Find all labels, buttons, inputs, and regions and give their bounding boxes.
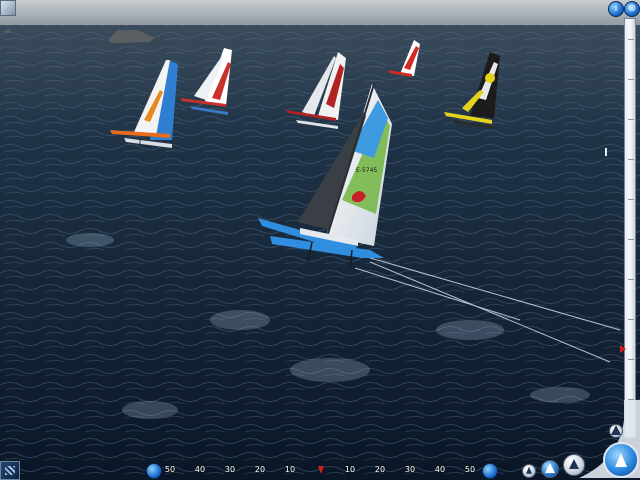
map-corner-icon[interactable] (0, 0, 16, 16)
scale-label: 50 (464, 465, 476, 474)
slider-notch (628, 79, 634, 80)
grid-view-icon[interactable] (0, 461, 20, 480)
scale-label: 20 (254, 465, 266, 474)
info-button[interactable]: i (608, 1, 624, 17)
main-compass-button[interactable] (603, 442, 639, 478)
boat-left-icon[interactable] (146, 463, 162, 479)
scale-label: 20 (374, 465, 386, 474)
heading-button[interactable] (563, 454, 585, 476)
scale-center-marker (318, 466, 324, 474)
scale-label: 30 (224, 465, 236, 474)
navigate-button[interactable] (541, 460, 559, 478)
scale-label: 50 (164, 465, 176, 474)
camera-height-slider[interactable] (620, 18, 636, 438)
slider-notch (628, 319, 634, 320)
scale-label: 40 (434, 465, 446, 474)
slider-notch (628, 359, 634, 360)
compass-small-button[interactable] (609, 424, 623, 438)
slider-notch (628, 199, 634, 200)
slider-notch (628, 239, 634, 240)
scale-label: 40 (194, 465, 206, 474)
navigation-controls (519, 400, 640, 480)
slider-notch (628, 159, 634, 160)
sky (0, 0, 640, 26)
close-button[interactable]: ⊗ (624, 1, 640, 17)
slider-notch (628, 39, 634, 40)
slider-notch (628, 279, 634, 280)
buoy (605, 148, 607, 156)
scale-label: 10 (284, 465, 296, 474)
heading-scale-bar[interactable]: 50 40 30 20 10 10 20 30 40 50 (146, 463, 498, 480)
scale-label: 30 (404, 465, 416, 474)
wind-direction-button[interactable] (522, 464, 536, 478)
scale-label: 10 (344, 465, 356, 474)
lead-sail-number: E-5745 (356, 167, 377, 174)
slider-notch (628, 119, 634, 120)
boat-right-icon[interactable] (482, 463, 498, 479)
slider-marker[interactable] (620, 345, 626, 353)
